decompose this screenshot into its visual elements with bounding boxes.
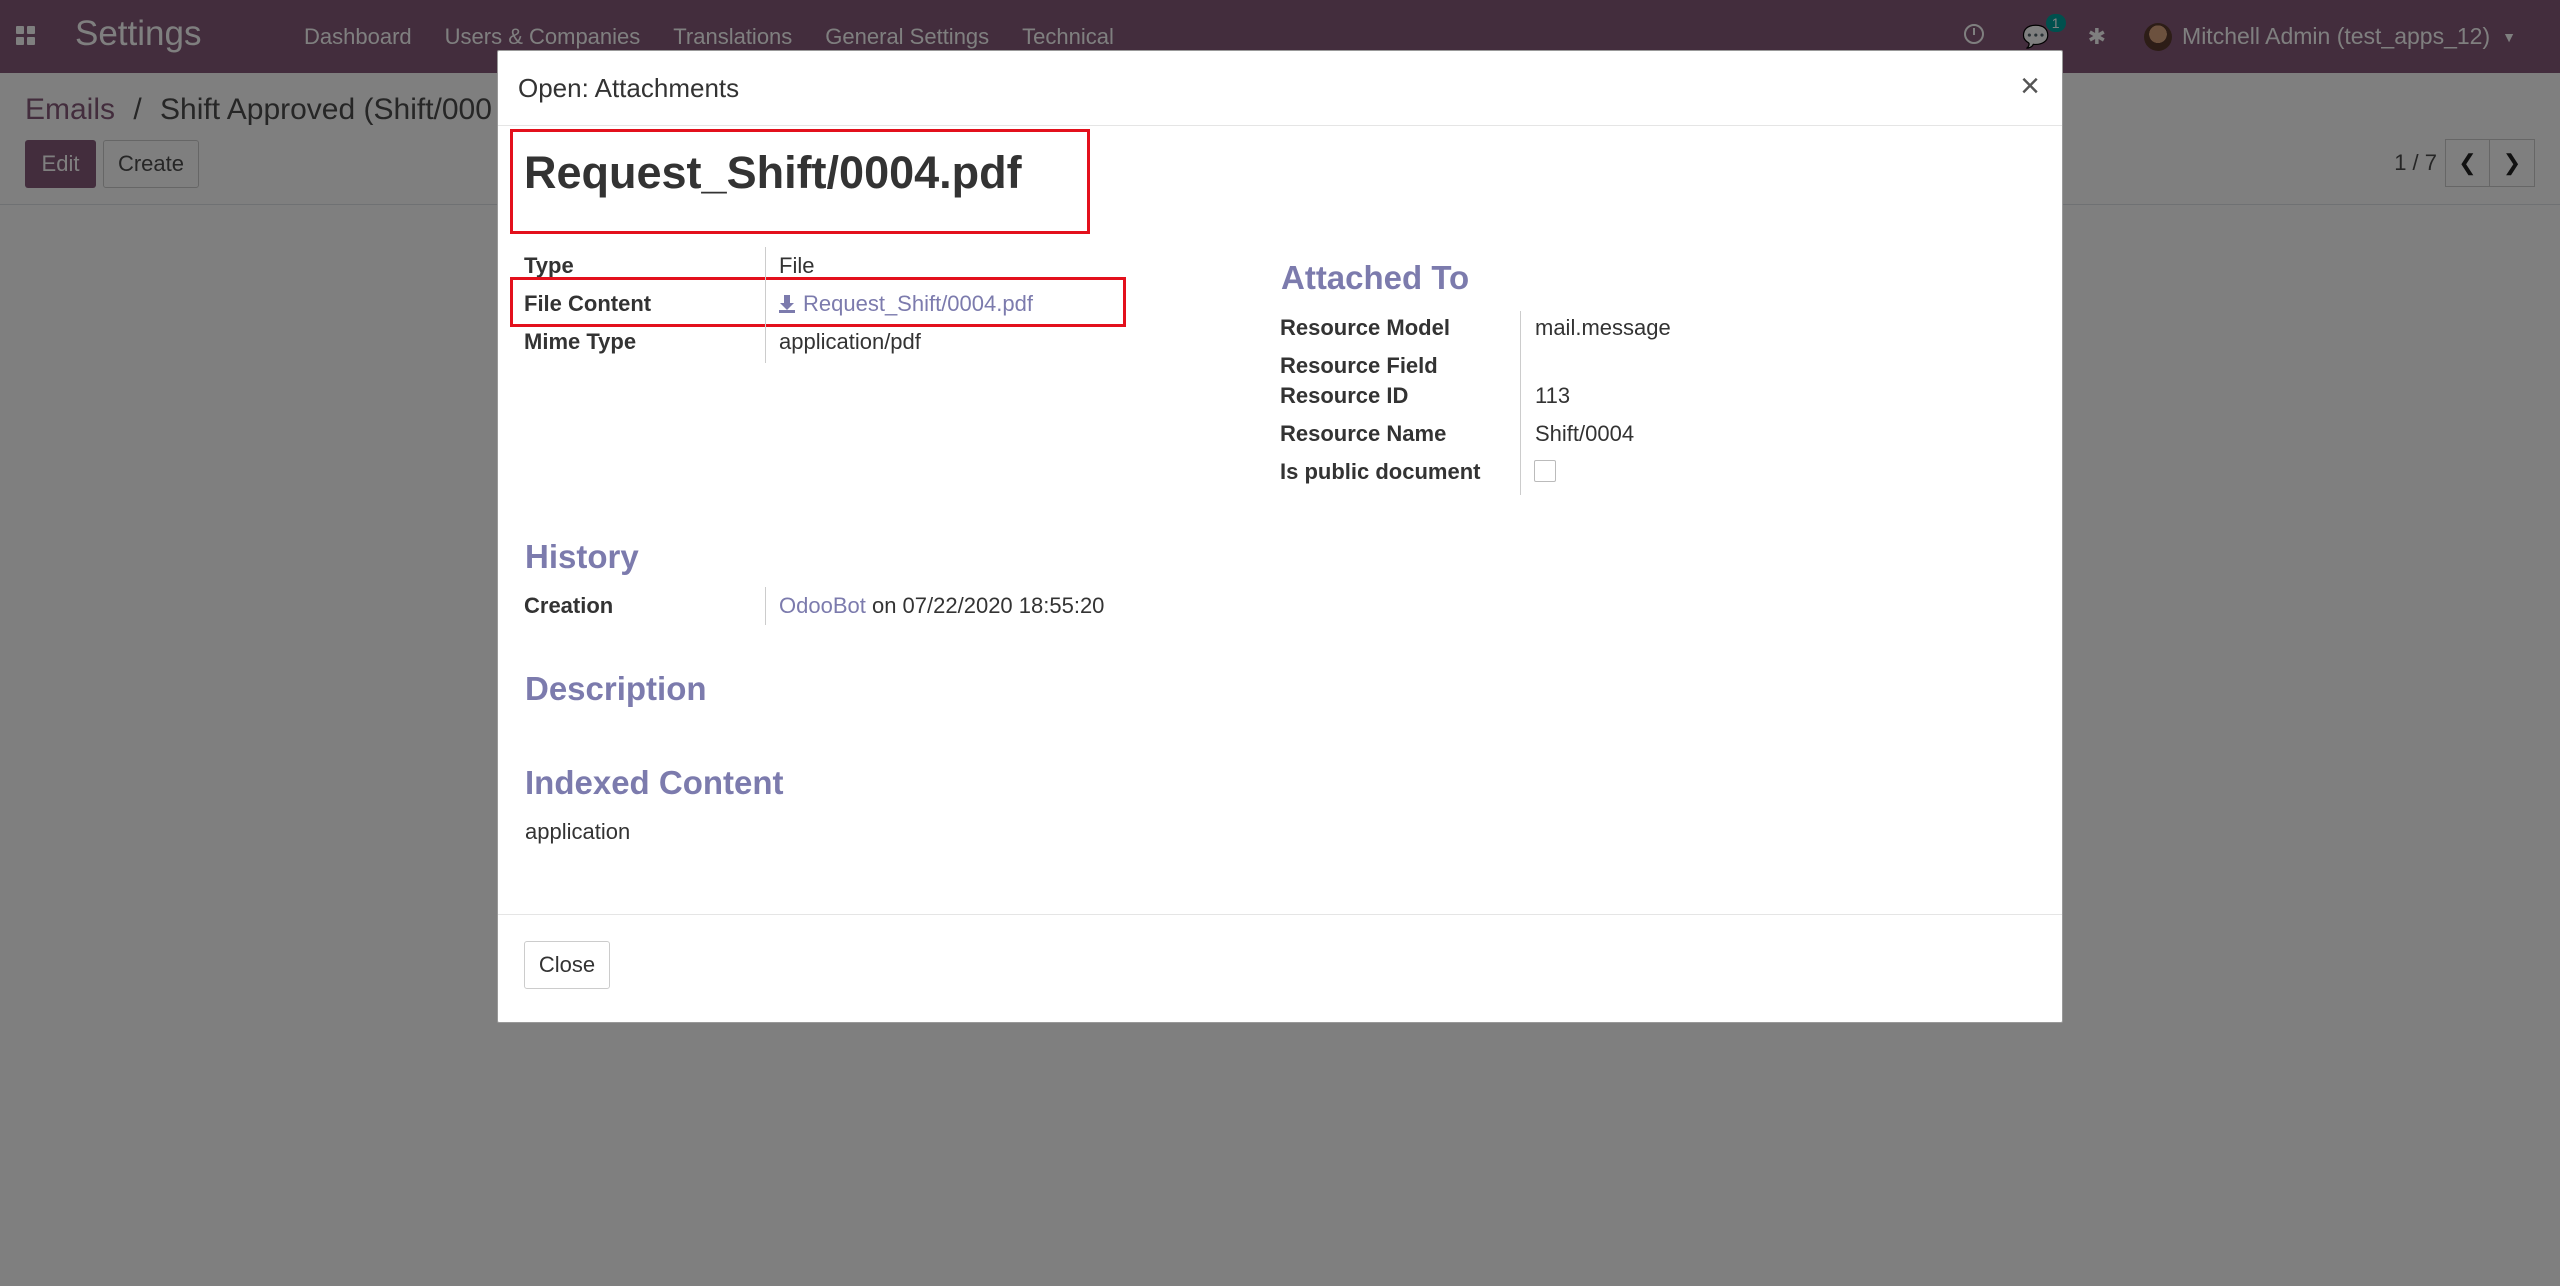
indexed-content-title: Indexed Content (525, 764, 784, 801)
attached-to-title: Attached To (1281, 259, 1470, 296)
download-icon (779, 295, 795, 313)
resource-id-value[interactable]: 113 (1535, 383, 1570, 409)
attachment-dialog: Open: Attachments × Request_Shift/0004.p… (497, 50, 2063, 1023)
description-title: Description (525, 670, 707, 707)
modal-header: Open: Attachments × (498, 51, 2062, 126)
close-button[interactable]: Close (524, 941, 610, 989)
history-separator (765, 587, 766, 625)
creation-value: OdooBot on 07/22/2020 18:55:20 (779, 593, 1104, 619)
creator-link[interactable]: OdooBot (779, 593, 866, 618)
modal-title: Open: Attachments (518, 73, 740, 103)
resource-model-label: Resource Model (1280, 315, 1450, 340)
file-content-filename[interactable]: Request_Shift/0004.pdf (803, 291, 1033, 316)
resource-model-value[interactable]: mail.message (1535, 315, 1671, 341)
modal-footer: Close (498, 914, 2062, 1024)
close-icon[interactable]: × (2020, 67, 2040, 106)
resource-name-value[interactable]: Shift/0004 (1535, 421, 1634, 447)
resource-field-label: Resource Field (1280, 353, 1438, 378)
creation-date: on 07/22/2020 18:55:20 (871, 593, 1105, 618)
indexed-content-value[interactable]: application (525, 819, 630, 845)
mime-type-value[interactable]: application/pdf (779, 329, 921, 355)
is-public-document-label: Is public document (1280, 459, 1481, 484)
history-title: History (525, 538, 639, 575)
file-content-label: File Content (524, 291, 652, 316)
file-content-download-link[interactable]: Request_Shift/0004.pdf (779, 291, 1033, 317)
attached-to-separator (1520, 311, 1521, 495)
type-label: Type (524, 253, 574, 278)
resource-name-label: Resource Name (1280, 421, 1447, 446)
is-public-document-checkbox[interactable] (1534, 460, 1556, 482)
creation-label: Creation (524, 593, 614, 618)
resource-id-label: Resource ID (1280, 383, 1409, 408)
left-field-separator (765, 247, 766, 363)
attachment-name[interactable]: Request_Shift/0004.pdf (524, 147, 1022, 199)
mime-type-label: Mime Type (524, 329, 637, 354)
type-value[interactable]: File (779, 253, 814, 279)
